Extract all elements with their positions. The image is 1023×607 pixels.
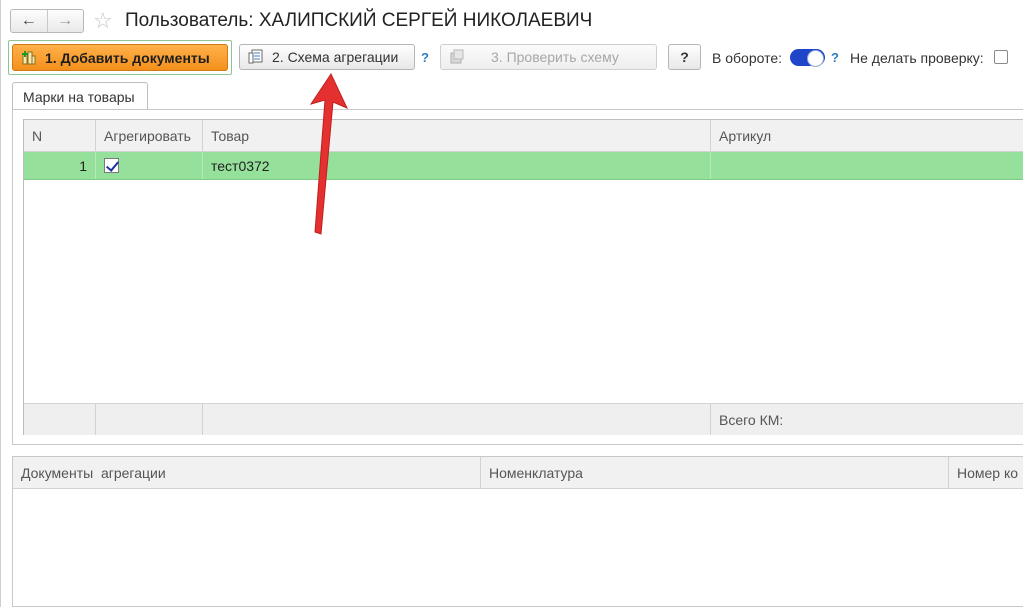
aggregation-scheme-label: 2. Схема агрегации [272, 49, 399, 65]
scheme-help-link[interactable]: ? [421, 50, 429, 65]
documents-table-header: Документы агрегации Номенклатура Номер к… [13, 457, 1023, 489]
arrow-left-icon: ← [20, 12, 37, 29]
total-marks-label: Всего КМ: [719, 411, 784, 428]
table-row[interactable]: 1 тест0372 [24, 152, 1023, 180]
check-scheme-button[interactable]: 3. Проверить схему [440, 44, 657, 70]
page-title: Пользователь: ХАЛИПСКИЙ СЕРГЕЙ НИКОЛАЕВИ… [125, 10, 593, 31]
add-documents-focus-frame: 1. Добавить документы [8, 40, 232, 75]
navigation-buttons: ← → [10, 9, 84, 33]
column-header-aggregation-documents[interactable]: Документы агрегации [13, 457, 481, 488]
aggregate-checkbox[interactable] [104, 158, 119, 173]
add-document-icon [22, 50, 36, 64]
footer-cell [203, 404, 711, 435]
check-scheme-icon [450, 49, 464, 64]
marks-table-header: N Агрегировать Товар Артикул [24, 120, 1023, 152]
column-header-product[interactable]: Товар [203, 120, 711, 151]
in-circulation-label: В обороте: [712, 50, 783, 66]
add-documents-button[interactable]: 1. Добавить документы [12, 44, 228, 71]
column-header-aggregate[interactable]: Агрегировать [96, 120, 203, 151]
in-circulation-toggle[interactable] [790, 49, 825, 67]
footer-cell [96, 404, 203, 435]
footer-cell [24, 404, 96, 435]
no-check-label: Не делать проверку: [850, 50, 984, 66]
check-scheme-label: 3. Проверить схему [491, 49, 619, 65]
column-header-n[interactable]: N [24, 120, 96, 151]
back-button[interactable]: ← [11, 10, 47, 32]
tab-marks-label: Марки на товары [23, 89, 135, 105]
scheme-icon [248, 49, 263, 64]
no-check-checkbox[interactable] [994, 50, 1008, 64]
help-button[interactable]: ? [668, 44, 701, 70]
arrow-right-icon: → [57, 12, 74, 29]
column-header-nomenclature[interactable]: Номенклатура [481, 457, 949, 488]
product-cell: тест0372 [203, 152, 711, 179]
circulation-help-link[interactable]: ? [831, 50, 839, 65]
marks-table[interactable]: N Агрегировать Товар Артикул 1 тест0372 … [23, 119, 1023, 435]
documents-table[interactable]: Документы агрегации Номенклатура Номер к… [12, 456, 1023, 607]
app-window: ← → ☆ Пользователь: ХАЛИПСКИЙ СЕРГЕЙ НИК… [0, 0, 1023, 607]
row-number: 1 [24, 152, 96, 179]
annotation-arrow-icon [309, 72, 349, 235]
tab-marks[interactable]: Марки на товары [12, 82, 148, 110]
favorite-star-icon[interactable]: ☆ [93, 9, 113, 33]
aggregation-scheme-button[interactable]: 2. Схема агрегации [239, 44, 415, 70]
add-documents-label: 1. Добавить документы [45, 49, 210, 66]
column-header-number[interactable]: Номер ко [949, 457, 1023, 488]
column-header-article[interactable]: Артикул [711, 120, 1023, 151]
article-cell [711, 152, 1023, 179]
aggregate-cell [96, 152, 203, 179]
forward-button[interactable]: → [46, 10, 84, 32]
marks-table-footer: Всего КМ: [24, 403, 1023, 435]
help-button-label: ? [680, 49, 689, 65]
